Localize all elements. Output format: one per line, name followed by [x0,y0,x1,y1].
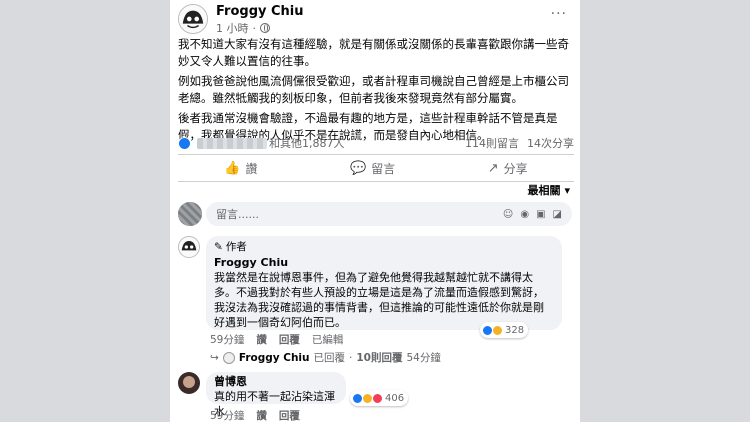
divider [178,154,574,155]
post-card: Froggy Chiu 1 小時 · ··· 我不知道大家有沒有這種經驗，就是有… [170,0,580,422]
author-avatar[interactable] [178,4,208,34]
gif-icon[interactable]: ▣ [536,209,545,220]
reply-author-avatar [222,351,235,364]
reply-author-name: Froggy Chiu [238,351,310,364]
post-time[interactable]: 1 小時 [216,20,249,36]
comment-reply-button[interactable]: 回覆 [279,408,300,422]
comment-placeholder: 留言...... [216,208,259,221]
comment-time[interactable]: 59分鐘 [210,332,244,347]
haha-reaction-icon [492,324,503,336]
like-button[interactable]: 👍 讚 [224,160,257,177]
comment-input[interactable]: 留言...... ☺ ◉ ▣ ◪ [206,202,572,226]
reply-time: 54分鐘 [406,352,441,364]
reaction-count: 328 [505,324,525,336]
more-options-button[interactable]: ··· [551,6,567,22]
post-meta: 1 小時 · [216,20,270,36]
comment-composer: 留言...... ☺ ◉ ▣ ◪ [178,202,574,228]
sort-comments-dropdown[interactable]: 最相關 ▾ [527,182,570,198]
comment-like-button[interactable]: 讚 [256,408,267,422]
pen-icon: ✎ [214,241,223,253]
camera-icon[interactable]: ◉ [520,209,529,220]
comment-label: 留言 [371,161,396,176]
comment-author-name[interactable]: 曾博恩 [214,374,338,389]
comment-author-avatar[interactable] [178,236,200,258]
post-author-name[interactable]: Froggy Chiu [216,4,304,19]
share-label: 分享 [503,161,528,176]
divider [178,181,574,182]
edited-label: 已編輯 [311,334,344,346]
thumbs-up-icon: 👍 [224,160,241,176]
comment-bubble: 曾博恩 真的用不著一起沾染這渾水 [206,372,346,418]
comment-bubble: ✎ 作者 Froggy Chiu 我當然是在說博恩事件，但為了避免他覺得我越幫越… [206,236,562,330]
sort-label: 最相關 [527,184,561,197]
reaction-summary[interactable]: 和其他1,887人 [269,135,345,151]
comment-author-name[interactable]: Froggy Chiu [214,255,554,270]
separator: · [349,351,353,364]
chevron-down-icon: ▾ [564,183,570,197]
view-replies-link[interactable]: ↪ Froggy Chiu 已回覆 · 10則回覆 54分鐘 [210,350,441,365]
post-header: Froggy Chiu 1 小時 · ··· [178,2,573,36]
post-paragraph: 例如我爸爸說他風流倜儻很受歡迎，或者計程車司機說自己曾經是上市櫃公司老總。雖然牴… [178,74,569,105]
reply-action: 已回覆 [313,352,346,364]
share-button[interactable]: ↗ 分享 [488,160,528,177]
comment-button[interactable]: 💬 留言 [350,160,395,177]
blurred-names [197,137,267,149]
reply-arrow-icon: ↪ [210,351,219,364]
author-badge-label: 作者 [225,241,247,253]
comment-author-avatar[interactable] [178,372,200,394]
sticker-icon[interactable]: ◪ [553,209,562,220]
reaction-icons[interactable] [178,136,191,150]
comment-text: 我當然是在說博恩事件，但為了避免他覺得我越幫越忙就不講得太多。不過我對於有些人預… [214,271,544,329]
engagement-counts: 114則留言 14次分享 [465,135,574,151]
comment-actions: 59分鐘 讚 回覆 已編輯 [210,332,343,347]
reply-count: 10則回覆 [356,352,403,364]
comment-like-button[interactable]: 讚 [256,332,267,347]
like-reaction-icon [178,136,191,150]
comment-reply-button[interactable]: 回覆 [279,332,300,347]
author-badge: ✎ 作者 [214,240,554,255]
composer-tools: ☺ ◉ ▣ ◪ [503,209,562,220]
comment-icon: 💬 [350,160,367,176]
comment-reactions[interactable]: 406 [350,390,409,406]
like-label: 讚 [245,161,258,176]
love-reaction-icon [372,392,383,404]
comment-reactions[interactable]: 328 [480,322,529,338]
current-user-avatar [178,202,202,226]
reactions-row: 和其他1,887人 114則留言 14次分享 [178,135,574,151]
post-body: 我不知道大家有沒有這種經驗，就是有關係或沒關係的長輩喜歡跟你講一些奇妙又令人難以… [178,36,574,147]
share-count[interactable]: 14次分享 [527,135,574,151]
comment-time[interactable]: 59分鐘 [210,408,244,422]
globe-icon [260,23,270,33]
comment-actions: 59分鐘 讚 回覆 [210,408,300,422]
reaction-count: 406 [385,392,405,404]
post-actions: 👍 讚 💬 留言 ↗ 分享 [178,156,574,180]
emoji-icon[interactable]: ☺ [503,209,513,220]
post-paragraph: 我不知道大家有沒有這種經驗，就是有關係或沒關係的長輩喜歡跟你講一些奇妙又令人難以… [178,37,569,68]
comment-count[interactable]: 114則留言 [465,135,519,151]
share-icon: ↗ [487,160,499,176]
